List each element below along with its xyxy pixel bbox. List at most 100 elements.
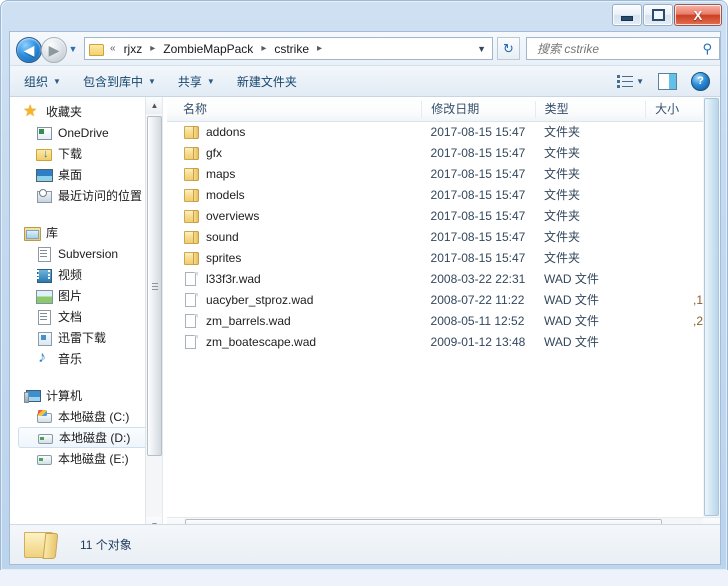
file-name-label: zm_boatescape.wad — [206, 334, 317, 349]
close-button[interactable]: X — [674, 4, 722, 26]
file-date-cell: 2017-08-15 15:47 — [430, 229, 526, 244]
table-row[interactable]: sound 2017-08-15 15:47 文件夹 — [167, 226, 703, 247]
refresh-icon[interactable]: ↻ — [497, 37, 520, 60]
sidebar-item-desktop[interactable]: 桌面 — [10, 164, 162, 185]
table-row[interactable]: l33f3r.wad 2008-03-22 22:31 WAD 文件 — [167, 268, 703, 289]
table-row[interactable]: uacyber_stproz.wad 2008-07-22 11:22 WAD … — [167, 289, 703, 310]
sidebar-label-drive-c: 本地磁盘 (C:) — [58, 410, 130, 424]
breadcrumb-item-rjxz[interactable]: rjxz — [121, 40, 146, 58]
file-name-label: uacyber_stproz.wad — [206, 292, 314, 307]
wad-file-icon — [183, 292, 199, 308]
nav-pane-scrollbar[interactable]: ▲ ▼ — [145, 97, 162, 534]
organize-button[interactable]: 组织 ▼ — [16, 70, 69, 93]
include-in-library-button[interactable]: 包含到库中 ▼ — [75, 70, 164, 93]
organize-label: 组织 — [24, 74, 49, 89]
sidebar-item-drive-c[interactable]: 本地磁盘 (C:) — [10, 406, 162, 427]
library-icon — [24, 225, 41, 241]
sidebar-label-recent-places: 最近访问的位置 — [58, 189, 143, 203]
help-icon[interactable]: ? — [691, 71, 710, 91]
chevron-right-icon[interactable]: ▸ — [145, 43, 160, 54]
table-row[interactable]: gfx 2017-08-15 15:47 文件夹 — [167, 142, 703, 163]
sidebar-label-pictures: 图片 — [58, 289, 83, 303]
chevron-down-icon[interactable]: ▼ — [636, 77, 644, 86]
breadcrumb[interactable]: « rjxz ▸ ZombieMapPack ▸ cstrike ▸ ▼ — [84, 37, 493, 60]
nav-group-favorites: 收藏夹 OneDrive 下载 桌面 — [10, 101, 162, 206]
table-row[interactable]: zm_boatescape.wad 2009-01-12 13:48 WAD 文… — [167, 331, 703, 352]
sidebar-item-drive-d[interactable]: 本地磁盘 (D:) — [18, 427, 156, 448]
sidebar-item-favorites[interactable]: 收藏夹 — [10, 101, 162, 122]
sidebar-item-computer[interactable]: 计算机 — [10, 385, 162, 406]
file-date-cell: 2017-08-15 15:47 — [430, 145, 526, 160]
search-icon[interactable]: ⚲ — [702, 41, 712, 57]
sidebar-item-downloads[interactable]: 下载 — [10, 143, 162, 164]
command-bar: 组织 ▼ 包含到库中 ▼ 共享 ▼ 新建文件夹 ▼ ? — [10, 66, 720, 97]
file-type-cell: WAD 文件 — [543, 293, 599, 307]
table-row[interactable]: sprites 2017-08-15 15:47 文件夹 — [167, 247, 703, 268]
table-row[interactable]: overviews 2017-08-15 15:47 文件夹 — [167, 205, 703, 226]
file-date-cell: 2009-01-12 13:48 — [430, 334, 526, 349]
share-button[interactable]: 共享 ▼ — [170, 70, 223, 93]
sidebar-item-libraries[interactable]: 库 — [10, 222, 162, 243]
scrollbar-thumb[interactable] — [147, 116, 162, 456]
file-name-cell: zm_boatescape.wad — [167, 334, 422, 350]
chevron-down-icon: ▼ — [206, 76, 215, 86]
new-folder-button[interactable]: 新建文件夹 — [229, 70, 305, 93]
column-header-name[interactable]: 名称 — [167, 101, 421, 118]
sidebar-item-videos[interactable]: 视频 — [10, 264, 162, 285]
scrollbar-thumb[interactable] — [704, 98, 719, 516]
file-name-label: zm_barrels.wad — [206, 313, 291, 328]
file-name-label: overviews — [206, 208, 260, 223]
change-view-icon[interactable] — [617, 74, 634, 88]
file-type-cell: 文件夹 — [543, 146, 580, 160]
sidebar-label-downloads: 下载 — [58, 147, 83, 161]
chevron-right-icon[interactable]: ▸ — [256, 43, 271, 54]
file-rows: addons 2017-08-15 15:47 文件夹 gfx 2017-08-… — [167, 121, 703, 511]
column-header-type[interactable]: 类型 — [534, 100, 645, 118]
folder-icon — [183, 250, 199, 266]
file-type-cell: 文件夹 — [543, 230, 580, 244]
column-header-date[interactable]: 修改日期 — [421, 100, 534, 118]
chevron-down-icon[interactable]: ▼ — [477, 44, 486, 54]
document-icon — [36, 246, 52, 262]
table-row[interactable]: models 2017-08-15 15:47 文件夹 — [167, 184, 703, 205]
chevron-down-icon[interactable]: ▼ — [67, 44, 79, 54]
sidebar-item-pictures[interactable]: 图片 — [10, 285, 162, 306]
file-list-vertical-scrollbar[interactable] — [703, 97, 720, 517]
file-name-label: gfx — [206, 145, 223, 160]
file-name-cell: l33f3r.wad — [167, 271, 422, 287]
chevron-right-icon[interactable]: ▸ — [312, 43, 327, 54]
share-label: 共享 — [177, 74, 202, 89]
breadcrumb-item-zombiemappack[interactable]: ZombieMapPack — [160, 40, 256, 58]
sidebar-item-drive-e[interactable]: 本地磁盘 (E:) — [10, 448, 162, 469]
sidebar-item-onedrive[interactable]: OneDrive — [10, 122, 162, 143]
minimize-button[interactable] — [612, 4, 642, 26]
file-date-cell: 2008-03-22 22:31 — [430, 271, 526, 286]
maximize-button[interactable] — [643, 4, 673, 26]
desktop-icon — [36, 167, 53, 183]
table-row[interactable]: addons 2017-08-15 15:47 文件夹 — [167, 121, 703, 142]
sidebar-item-thunder-download[interactable]: 迅雷下载 — [10, 327, 162, 348]
preview-pane-icon[interactable] — [658, 72, 677, 90]
breadcrumb-item-cstrike[interactable]: cstrike — [271, 40, 312, 58]
table-row[interactable]: zm_barrels.wad 2008-05-11 12:52 WAD 文件 2… — [167, 310, 703, 331]
sidebar-item-music[interactable]: 音乐 — [10, 348, 162, 369]
breadcrumb-overflow-icon[interactable]: « — [105, 43, 121, 54]
drive-icon — [36, 451, 52, 467]
folder-icon — [183, 124, 199, 140]
sidebar-item-documents[interactable]: 文档 — [10, 306, 162, 327]
sidebar-item-subversion[interactable]: Subversion — [10, 243, 162, 264]
file-name-cell: sprites — [167, 250, 422, 266]
file-name-label: maps — [206, 166, 236, 181]
wad-file-icon — [183, 271, 199, 287]
file-size-cell: 1, — [692, 292, 703, 307]
back-button[interactable]: ◀ — [16, 37, 42, 63]
sidebar-item-recent-places[interactable]: 最近访问的位置 — [10, 185, 162, 206]
file-date-cell: 2017-08-15 15:47 — [430, 250, 526, 265]
search-box[interactable]: ⚲ — [526, 37, 720, 60]
column-header-size[interactable]: 大小 — [645, 100, 703, 118]
file-name-cell: overviews — [167, 208, 422, 224]
scroll-up-icon[interactable]: ▲ — [146, 97, 162, 114]
search-input[interactable] — [535, 40, 703, 57]
forward-button[interactable]: ▶ — [41, 37, 67, 63]
table-row[interactable]: maps 2017-08-15 15:47 文件夹 — [167, 163, 703, 184]
